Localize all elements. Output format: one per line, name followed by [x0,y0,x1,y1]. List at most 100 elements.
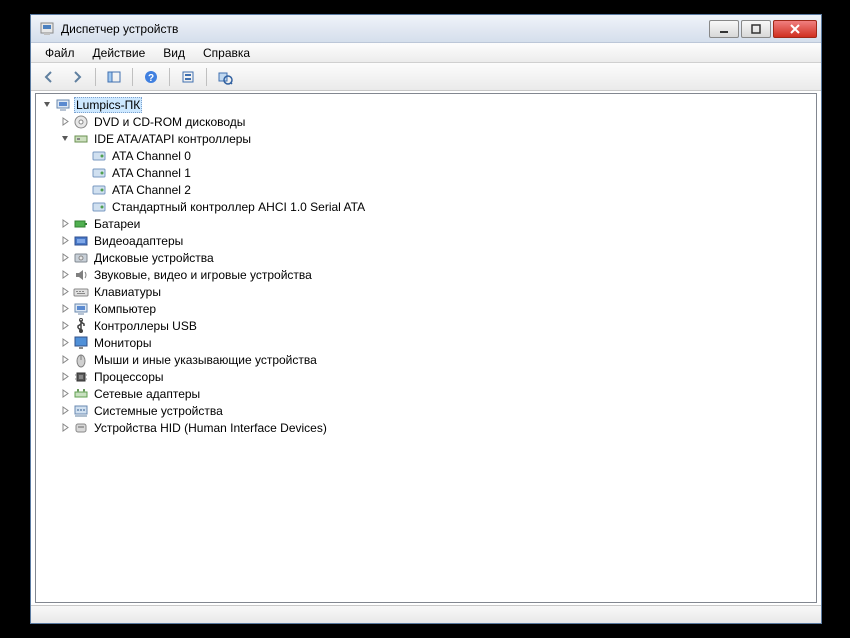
network-icon [73,386,89,402]
category-computer[interactable]: Компьютер [36,300,816,317]
expanded-icon[interactable] [60,133,71,144]
close-button[interactable] [773,20,817,38]
tree-label: Контроллеры USB [92,319,199,333]
hid-icon [73,420,89,436]
expander-spacer [78,150,89,161]
disk-icon [73,250,89,266]
tree-label: Дисковые устройства [92,251,216,265]
drive-icon [91,148,107,164]
cpu-icon [73,369,89,385]
category-keyboard[interactable]: Клавиатуры [36,283,816,300]
drive-icon [91,165,107,181]
computer-icon [73,301,89,317]
video-icon [73,233,89,249]
expander-spacer [78,167,89,178]
category-network[interactable]: Сетевые адаптеры [36,385,816,402]
collapsed-icon[interactable] [60,269,71,280]
window-controls [709,20,817,38]
tree-label: Мониторы [92,336,153,350]
tree-view[interactable]: Lumpics-ПК DVD и CD-ROM дисководы IDE ATA/… [35,93,817,603]
expanded-icon[interactable] [42,99,53,110]
monitor-icon [73,335,89,351]
category-mouse[interactable]: Мыши и иные указывающие устройства [36,351,816,368]
tree-label: Lumpics-ПК [74,97,142,113]
maximize-button[interactable] [741,20,771,38]
back-button[interactable] [37,66,61,88]
show-hide-button[interactable] [102,66,126,88]
category-ide[interactable]: IDE ATA/ATAPI контроллеры [36,130,816,147]
collapsed-icon[interactable] [60,405,71,416]
tree-label: Звуковые, видео и игровые устройства [92,268,314,282]
collapsed-icon[interactable] [60,303,71,314]
category-system[interactable]: Системные устройства [36,402,816,419]
collapsed-icon[interactable] [60,286,71,297]
titlebar[interactable]: Диспетчер устройств [31,15,821,43]
device-ata0[interactable]: ATA Channel 0 [36,147,816,164]
menu-help[interactable]: Справка [195,44,258,62]
tree-label: Устройства HID (Human Interface Devices) [92,421,329,435]
toolbar-separator [169,68,170,86]
toolbar-separator [132,68,133,86]
category-usb[interactable]: Контроллеры USB [36,317,816,334]
tree-label: Стандартный контроллер AHCI 1.0 Serial A… [110,200,367,214]
mouse-icon [73,352,89,368]
tree-label: Клавиатуры [92,285,163,299]
tree-label: Процессоры [92,370,166,384]
minimize-button[interactable] [709,20,739,38]
collapsed-icon[interactable] [60,422,71,433]
tree-label: IDE ATA/ATAPI контроллеры [92,132,253,146]
keyboard-icon [73,284,89,300]
tree-label: ATA Channel 2 [110,183,193,197]
audio-icon [73,267,89,283]
refresh-button[interactable] [213,66,237,88]
collapsed-icon[interactable] [60,252,71,263]
category-video[interactable]: Видеоадаптеры [36,232,816,249]
system-icon [73,403,89,419]
device-ahci[interactable]: Стандартный контроллер AHCI 1.0 Serial A… [36,198,816,215]
category-audio[interactable]: Звуковые, видео и игровые устройства [36,266,816,283]
menu-view[interactable]: Вид [155,44,193,62]
collapsed-icon[interactable] [60,218,71,229]
toolbar-separator [206,68,207,86]
expander-spacer [78,184,89,195]
svg-text:?: ? [148,73,154,84]
tree-label: Системные устройства [92,404,225,418]
device-ata2[interactable]: ATA Channel 2 [36,181,816,198]
menu-file[interactable]: Файл [37,44,83,62]
category-dvd[interactable]: DVD и CD-ROM дисководы [36,113,816,130]
menu-action[interactable]: Действие [85,44,154,62]
tree-label: Сетевые адаптеры [92,387,202,401]
collapsed-icon[interactable] [60,337,71,348]
tree-label: Батареи [92,217,142,231]
scan-button[interactable] [176,66,200,88]
collapsed-icon[interactable] [60,354,71,365]
toolbar-separator [95,68,96,86]
category-batteries[interactable]: Батареи [36,215,816,232]
drive-icon [91,182,107,198]
usb-icon [73,318,89,334]
category-disk[interactable]: Дисковые устройства [36,249,816,266]
tree-label: ATA Channel 1 [110,166,193,180]
category-monitor[interactable]: Мониторы [36,334,816,351]
statusbar [31,605,821,623]
collapsed-icon[interactable] [60,388,71,399]
drive-icon [91,199,107,215]
tree-label: Компьютер [92,302,158,316]
collapsed-icon[interactable] [60,116,71,127]
category-hid[interactable]: Устройства HID (Human Interface Devices) [36,419,816,436]
device-ata1[interactable]: ATA Channel 1 [36,164,816,181]
category-cpu[interactable]: Процессоры [36,368,816,385]
collapsed-icon[interactable] [60,320,71,331]
menubar: Файл Действие Вид Справка [31,43,821,63]
dvd-icon [73,114,89,130]
forward-button[interactable] [65,66,89,88]
computer-icon [55,97,71,113]
tree-label: ATA Channel 0 [110,149,193,163]
tree-label: DVD и CD-ROM дисководы [92,115,247,129]
collapsed-icon[interactable] [60,235,71,246]
toolbar: ? [31,63,821,91]
root-computer[interactable]: Lumpics-ПК [36,96,816,113]
help-button[interactable]: ? [139,66,163,88]
collapsed-icon[interactable] [60,371,71,382]
app-icon [39,21,55,37]
